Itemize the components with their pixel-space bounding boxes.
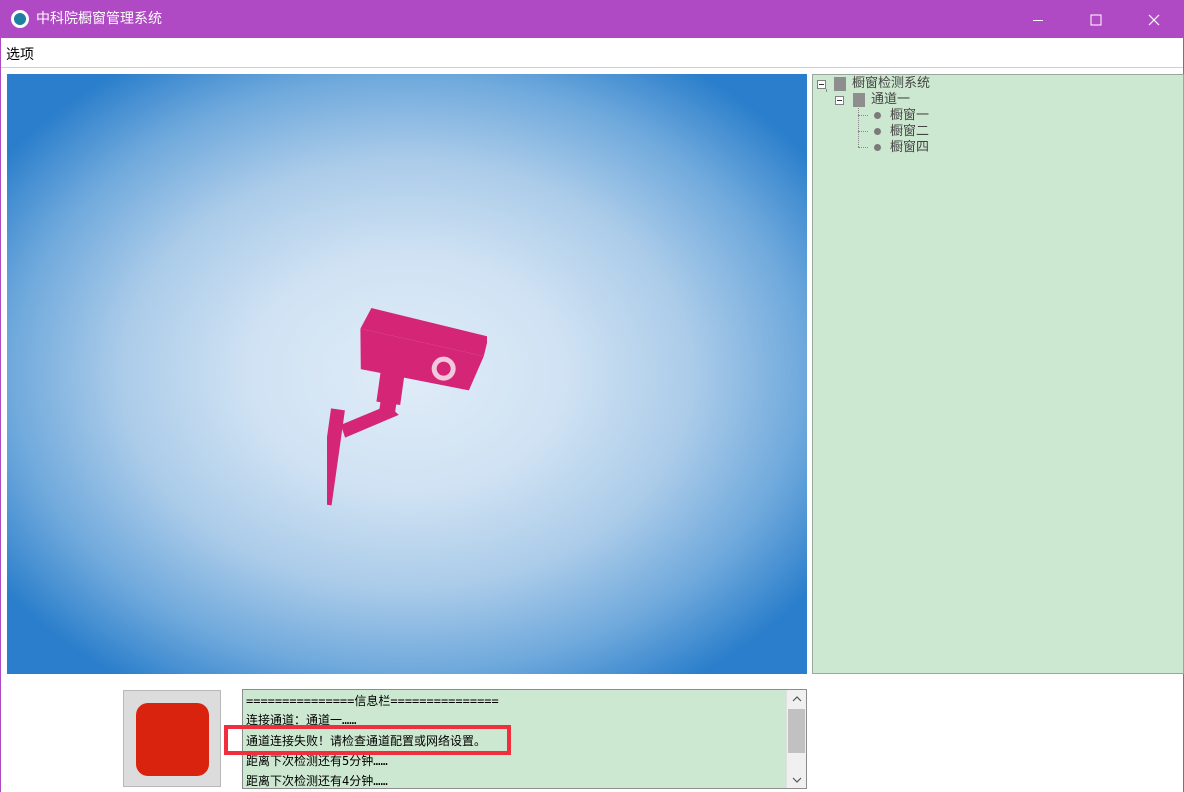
- folder-icon: [834, 77, 846, 91]
- collapse-icon[interactable]: [835, 96, 844, 105]
- log-line: 距离下次检测还有5分钟……: [246, 754, 388, 768]
- status-indicator: [123, 690, 221, 787]
- close-icon: [1148, 14, 1160, 25]
- bottom-panel: ===============信息栏=============== 连接通道：通…: [1, 677, 1183, 792]
- scroll-up-button[interactable]: [787, 690, 806, 707]
- leaf-node-icon: [874, 144, 881, 151]
- collapse-icon[interactable]: [817, 80, 826, 89]
- tree-node-label: 通道一: [871, 92, 911, 107]
- chevron-down-icon: [792, 777, 801, 783]
- video-display: [7, 74, 807, 674]
- leaf-node-icon: [874, 112, 881, 119]
- security-camera-icon: [327, 308, 487, 506]
- app-logo-icon: [11, 10, 29, 28]
- leaf-node-icon: [874, 128, 881, 135]
- log-line: 连接通道：通道一……: [246, 713, 357, 727]
- minimize-button[interactable]: [1009, 1, 1067, 38]
- maximize-icon: [1090, 14, 1102, 25]
- window-title: 中科院橱窗管理系统: [36, 11, 162, 27]
- tree-node-label: 橱窗二: [890, 124, 930, 139]
- scroll-down-button[interactable]: [787, 771, 806, 788]
- folder-icon: [853, 93, 865, 107]
- tree-node-channel[interactable]: 通道一: [813, 92, 1173, 108]
- tree-node-label: 橱窗四: [890, 140, 930, 155]
- window-tree[interactable]: 橱窗检测系统 通道一 橱窗一 橱窗二 橱窗四: [812, 74, 1184, 674]
- menu-bar: 选项: [1, 38, 1183, 68]
- tree-node-window[interactable]: 橱窗一: [813, 108, 1173, 124]
- log-scrollbar[interactable]: [786, 690, 806, 788]
- tree-node-label: 橱窗检测系统: [852, 76, 931, 91]
- status-light: [136, 703, 209, 776]
- scroll-thumb[interactable]: [788, 709, 805, 753]
- title-bar[interactable]: 中科院橱窗管理系统: [1, 1, 1183, 38]
- log-line: 通道连接失败！请检查通道配置或网络设置。: [246, 734, 487, 748]
- menu-options[interactable]: 选项: [6, 44, 34, 64]
- info-log[interactable]: ===============信息栏=============== 连接通道：通…: [242, 689, 807, 789]
- log-line: ===============信息栏===============: [246, 694, 499, 708]
- minimize-icon: [1033, 19, 1043, 21]
- tree-node-window[interactable]: 橱窗二: [813, 124, 1173, 140]
- tree-node-label: 橱窗一: [890, 108, 930, 123]
- tree-node-root[interactable]: 橱窗检测系统: [813, 76, 1173, 92]
- tree-node-window[interactable]: 橱窗四: [813, 140, 1173, 156]
- main-window: 中科院橱窗管理系统 选项 橱窗检测系统 通道一 橱窗一 橱窗二 橱窗四 ====…: [0, 0, 1184, 792]
- chevron-up-icon: [792, 695, 801, 701]
- close-button[interactable]: [1125, 1, 1183, 38]
- maximize-button[interactable]: [1067, 1, 1125, 38]
- log-line: 距离下次检测还有4分钟……: [246, 774, 388, 788]
